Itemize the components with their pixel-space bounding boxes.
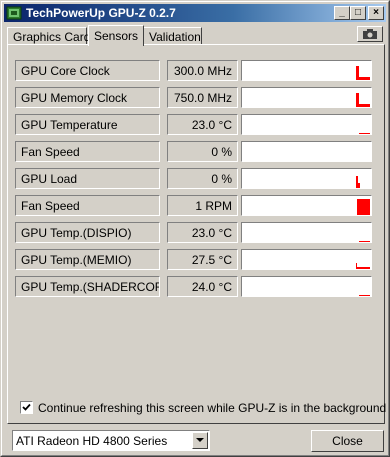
sensor-row: GPU Temp.(DISPIO) 23.0 °C	[15, 222, 377, 244]
sensor-value: 23.0 °C	[167, 114, 238, 135]
sensor-row: GPU Temperature 23.0 °C	[15, 114, 377, 136]
sensor-row: GPU Temp.(MEMIO) 27.5 °C	[15, 249, 377, 271]
tab-graphics-card[interactable]: Graphics Card	[7, 27, 91, 45]
close-button[interactable]: Close	[311, 430, 384, 452]
sensor-value: 0 %	[167, 168, 238, 189]
sensor-row: Fan Speed 0 %	[15, 141, 377, 163]
window-title: TechPowerUp GPU-Z 0.2.7	[26, 6, 176, 20]
sensor-graph-plot	[356, 263, 370, 269]
minimize-button[interactable]: _	[334, 6, 350, 20]
title-bar[interactable]: TechPowerUp GPU-Z 0.2.7 _ □ ×	[4, 4, 386, 22]
sensor-graph-plot	[357, 199, 370, 215]
sensor-name[interactable]: GPU Memory Clock	[15, 87, 160, 108]
sensor-graph-plot	[356, 66, 370, 80]
sensor-value: 24.0 °C	[167, 276, 238, 297]
screenshot-button[interactable]	[357, 26, 383, 42]
sensor-name[interactable]: GPU Temp.(SHADERCORE)	[15, 276, 160, 297]
sensor-name[interactable]: GPU Temp.(MEMIO)	[15, 249, 160, 270]
camera-icon	[363, 29, 377, 39]
gpuz-app-icon	[6, 6, 22, 20]
sensor-graph-plot	[359, 241, 370, 242]
sensor-name[interactable]: Fan Speed	[15, 195, 160, 216]
close-icon: ×	[373, 7, 379, 18]
sensor-row: GPU Memory Clock 750.0 MHz	[15, 87, 377, 109]
chevron-down-icon	[196, 438, 204, 442]
sensor-value: 750.0 MHz	[167, 87, 238, 108]
sensor-graph	[241, 195, 372, 216]
sensor-value: 0 %	[167, 141, 238, 162]
sensor-row: Fan Speed 1 RPM	[15, 195, 377, 217]
sensor-name[interactable]: GPU Load	[15, 168, 160, 189]
refresh-label: Continue refreshing this screen while GP…	[38, 401, 387, 415]
gpu-select-value: ATI Radeon HD 4800 Series	[16, 434, 168, 448]
sensor-graph	[241, 114, 372, 135]
tab-sensors[interactable]: Sensors	[88, 25, 144, 46]
tab-label: Validation	[149, 30, 201, 44]
sensor-graph	[241, 87, 372, 108]
refresh-checkbox[interactable]	[20, 401, 33, 414]
sensor-name[interactable]: Fan Speed	[15, 141, 160, 162]
checkmark-icon	[22, 403, 31, 411]
sensor-row: GPU Core Clock 300.0 MHz	[15, 60, 377, 82]
sensor-graph-plot	[359, 295, 370, 296]
tab-label: Sensors	[94, 29, 139, 43]
gpu-select[interactable]: ATI Radeon HD 4800 Series	[12, 430, 210, 451]
close-window-button[interactable]: ×	[368, 6, 384, 20]
sensor-graph-plot	[356, 176, 360, 188]
sensor-row: GPU Temp.(SHADERCORE) 24.0 °C	[15, 276, 377, 298]
minimize-icon: _	[339, 7, 345, 18]
maximize-icon: □	[354, 7, 362, 18]
sensor-value: 23.0 °C	[167, 222, 238, 243]
sensor-name[interactable]: GPU Temperature	[15, 114, 160, 135]
sensor-graph	[241, 168, 372, 189]
sensor-value: 1 RPM	[167, 195, 238, 216]
maximize-button[interactable]: □	[350, 6, 366, 20]
close-button-label: Close	[332, 434, 363, 448]
sensor-graph-plot	[356, 93, 370, 107]
sensor-graph-plot	[242, 142, 371, 161]
sensor-name[interactable]: GPU Core Clock	[15, 60, 160, 81]
sensor-graph	[241, 276, 372, 297]
sensor-graph	[241, 222, 372, 243]
sensor-graph	[241, 249, 372, 270]
sensor-graph-plot	[359, 133, 370, 134]
sensor-graph	[241, 60, 372, 81]
gpu-select-dropdown-button[interactable]	[192, 432, 208, 449]
tab-label: Graphics Card	[13, 30, 91, 44]
tab-validation[interactable]: Validation	[143, 27, 202, 45]
gpuz-window: TechPowerUp GPU-Z 0.2.7 _ □ × Graphics C…	[0, 0, 390, 457]
sensor-value: 27.5 °C	[167, 249, 238, 270]
sensor-name[interactable]: GPU Temp.(DISPIO)	[15, 222, 160, 243]
sensor-graph	[241, 141, 372, 162]
sensor-value: 300.0 MHz	[167, 60, 238, 81]
sensor-row: GPU Load 0 %	[15, 168, 377, 190]
